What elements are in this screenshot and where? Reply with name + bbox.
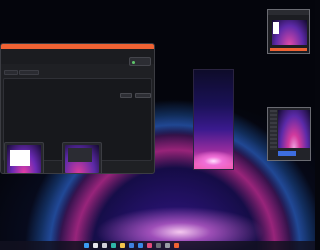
portrait-monitor-preview[interactable] — [193, 69, 234, 170]
create-button[interactable] — [135, 93, 151, 98]
status-dot-icon — [132, 60, 135, 64]
screen-thumbnail[interactable] — [7, 145, 41, 173]
preview-window-right[interactable] — [267, 107, 311, 161]
preview-tag — [278, 151, 296, 156]
terminal-icon[interactable] — [156, 243, 161, 248]
preview-sidebar — [270, 110, 277, 150]
edge-icon[interactable] — [111, 243, 116, 248]
preview-screen — [272, 20, 307, 45]
mail-icon[interactable] — [138, 243, 143, 248]
app-icon[interactable] — [174, 243, 179, 248]
preview-accent-bar — [270, 48, 307, 51]
screen-thumbnail[interactable] — [65, 145, 99, 173]
preview-window-top[interactable] — [267, 9, 310, 54]
preview-screen — [278, 110, 310, 148]
search-icon[interactable] — [93, 243, 98, 248]
app-window — [0, 43, 155, 174]
preview-titlebar[interactable] — [268, 10, 309, 15]
status-pill[interactable] — [129, 57, 151, 66]
taskview-icon[interactable] — [102, 243, 107, 248]
desktop — [0, 0, 315, 250]
store-icon[interactable] — [129, 243, 134, 248]
windows-icon[interactable] — [84, 243, 89, 248]
screen-card[interactable] — [62, 142, 102, 173]
photos-icon[interactable] — [147, 243, 152, 248]
tab-1[interactable] — [19, 70, 39, 75]
tab-0[interactable] — [4, 70, 18, 75]
screen-card[interactable] — [4, 142, 44, 173]
settings-icon[interactable] — [165, 243, 170, 248]
refresh-button[interactable] — [120, 93, 132, 98]
explorer-icon[interactable] — [120, 243, 125, 248]
app-header — [1, 49, 154, 66]
taskbar — [0, 241, 315, 250]
